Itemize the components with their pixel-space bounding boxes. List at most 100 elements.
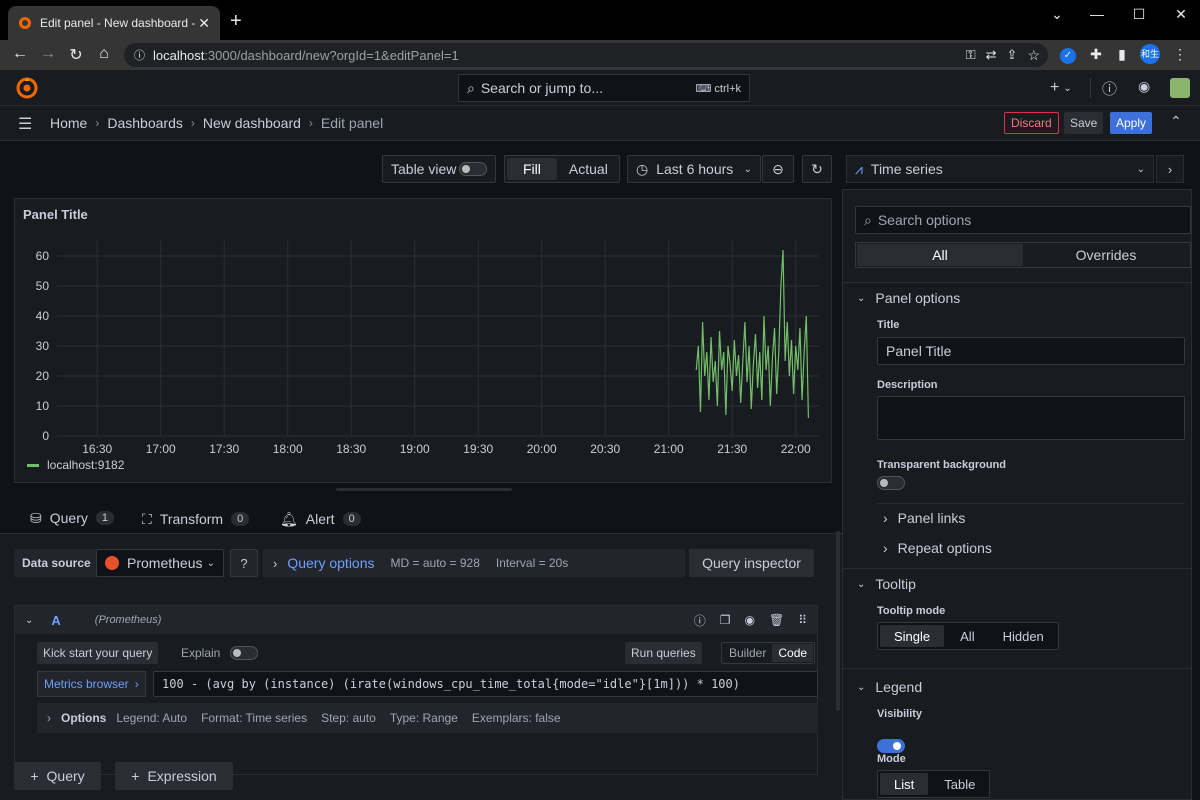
legend-mode-radio: List Table: [877, 770, 991, 798]
user-avatar[interactable]: [1170, 78, 1190, 98]
tab-transform[interactable]: ⛶ Transform 0: [142, 503, 250, 535]
query-options-row[interactable]: › Options Legend: Auto Format: Time seri…: [37, 703, 818, 733]
site-info-icon[interactable]: ⓘ: [134, 47, 145, 63]
data-source-help-button[interactable]: ?: [230, 549, 258, 577]
tab-all[interactable]: All: [857, 244, 1023, 266]
collapse-chevron-up-icon[interactable]: ⌃: [1170, 113, 1182, 130]
panel-links-header[interactable]: › Panel links: [883, 510, 965, 526]
refresh-button[interactable]: ↻: [802, 155, 832, 183]
table-view-switch[interactable]: [459, 162, 487, 176]
home-icon[interactable]: ⌂: [94, 45, 114, 63]
zoom-out-button[interactable]: ⊖: [762, 155, 794, 183]
browser-menu-icon[interactable]: ⋮: [1170, 46, 1190, 63]
run-queries-button[interactable]: Run queries: [625, 642, 702, 664]
news-rss-icon[interactable]: ◉: [1138, 78, 1150, 95]
close-window-icon[interactable]: ✕: [1166, 6, 1196, 23]
x-tick-label: 16:30: [82, 442, 112, 456]
time-range-picker[interactable]: ◷ Last 6 hours ⌄: [627, 155, 761, 183]
legend-list-option[interactable]: List: [880, 773, 929, 795]
minimize-icon[interactable]: —: [1082, 6, 1112, 22]
help-icon[interactable]: ⓘ: [1102, 78, 1117, 99]
query-ref-id[interactable]: A: [51, 613, 60, 628]
close-tab-icon[interactable]: ✕: [198, 15, 210, 32]
save-button[interactable]: Save: [1064, 112, 1104, 134]
resize-handle[interactable]: [336, 488, 512, 491]
legend-table-option[interactable]: Table: [930, 773, 989, 795]
x-tick-label: 19:30: [463, 442, 493, 456]
panel-title-input[interactable]: Panel Title: [877, 337, 1185, 365]
chevron-down-icon: ⌄: [857, 292, 866, 304]
new-tab-icon[interactable]: +: [230, 10, 242, 33]
tab-overrides[interactable]: Overrides: [1023, 247, 1189, 263]
breadcrumb-new-dashboard[interactable]: New dashboard: [203, 115, 301, 131]
browser-tab[interactable]: Edit panel - New dashboard - Da ✕: [8, 6, 220, 40]
code-option[interactable]: Code: [772, 644, 814, 662]
maximize-icon[interactable]: ☐: [1124, 6, 1154, 23]
eye-icon[interactable]: ◉: [744, 613, 754, 627]
url-field[interactable]: ⓘ localhost:3000/dashboard/new?orgId=1&e…: [124, 43, 1048, 67]
extension-check-icon[interactable]: ✓: [1058, 45, 1078, 64]
tooltip-single-option[interactable]: Single: [880, 625, 945, 647]
add-expression-button[interactable]: + Expression: [115, 762, 233, 790]
expand-options-button[interactable]: ›: [1156, 155, 1184, 183]
transparent-background-switch[interactable]: [877, 476, 905, 490]
discard-button[interactable]: Discard: [1004, 112, 1059, 134]
fill-actual-radio: Fill Actual: [504, 155, 620, 183]
url-path: :3000/dashboard/new?orgId=1&editPanel=1: [204, 47, 459, 63]
search-options-input[interactable]: ⌕ Search options: [855, 206, 1191, 234]
explain-toggle[interactable]: Explain: [181, 642, 259, 664]
metrics-browser-label: Metrics browser: [44, 677, 129, 691]
extensions-puzzle-icon[interactable]: ✚: [1086, 46, 1106, 63]
grafana-logo-icon[interactable]: [16, 77, 38, 99]
apply-button[interactable]: Apply: [1110, 112, 1153, 134]
visualization-picker[interactable]: ⩘ Time series ⌄: [846, 155, 1154, 183]
query-options-bar[interactable]: › Query options MD = auto = 928 Interval…: [263, 549, 685, 577]
data-source-picker[interactable]: Prometheus ⌄: [96, 549, 224, 577]
actual-option[interactable]: Actual: [557, 161, 620, 177]
add-query-button[interactable]: + Query: [14, 762, 101, 790]
query-inspector-button[interactable]: Query inspector: [689, 549, 814, 577]
trash-icon[interactable]: 🗑︎: [769, 613, 784, 627]
metrics-browser-button[interactable]: Metrics browser ›: [37, 671, 146, 697]
breadcrumb-dashboards[interactable]: Dashboards: [107, 115, 183, 131]
help-icon[interactable]: ⓘ: [694, 612, 706, 629]
share-icon[interactable]: ⇪: [1007, 47, 1018, 63]
builder-option[interactable]: Builder: [723, 646, 772, 660]
forward-icon[interactable]: →: [38, 45, 58, 63]
explain-switch[interactable]: [230, 646, 259, 660]
search-input[interactable]: ⌕ Search or jump to... ⌨ ctrl+k: [458, 74, 750, 102]
bookmark-star-icon[interactable]: ☆: [1027, 47, 1040, 64]
query-options-link[interactable]: Query options: [287, 555, 374, 571]
tab-alert[interactable]: 🔔︎ Alert 0: [280, 503, 361, 535]
translate-icon[interactable]: ⇄: [986, 47, 997, 63]
keyboard-icon: ⌨: [695, 82, 715, 95]
reload-icon[interactable]: ↻: [66, 45, 86, 65]
collapse-chevron-down-icon[interactable]: ⌄: [25, 615, 33, 626]
back-icon[interactable]: ←: [10, 45, 30, 63]
tab-query[interactable]: ⛁ Query 1: [16, 503, 128, 535]
legend-header[interactable]: ⌄ Legend: [857, 679, 922, 695]
scrollbar[interactable]: [836, 531, 840, 711]
tab-search-icon[interactable]: ⌄: [1042, 6, 1072, 23]
tooltip-hidden-option[interactable]: Hidden: [989, 625, 1058, 647]
promql-query-input[interactable]: 100 - (avg by (instance) (irate(windows_…: [153, 671, 818, 697]
duplicate-icon[interactable]: ❐: [720, 613, 731, 627]
tooltip-header[interactable]: ⌄ Tooltip: [857, 576, 916, 592]
new-menu-button[interactable]: + ⌄: [1050, 79, 1072, 97]
key-icon[interactable]: ⚿: [966, 47, 976, 63]
legend-item[interactable]: localhost:9182: [27, 458, 124, 472]
tooltip-all-option[interactable]: All: [946, 625, 988, 647]
legend-visibility-switch[interactable]: [877, 739, 905, 753]
table-view-toggle[interactable]: Table view: [382, 155, 496, 183]
fill-option[interactable]: Fill: [507, 158, 557, 180]
profile-avatar[interactable]: 和生: [1140, 44, 1160, 64]
panel-options-header[interactable]: ⌄ Panel options: [857, 290, 960, 306]
drag-handle-icon[interactable]: ⠿: [798, 613, 807, 627]
description-textarea[interactable]: [877, 396, 1185, 440]
menu-hamburger-icon[interactable]: ☰: [18, 114, 32, 134]
repeat-options-header[interactable]: › Repeat options: [883, 540, 992, 556]
breadcrumb-home[interactable]: Home: [50, 115, 87, 131]
side-panel-icon[interactable]: ▮: [1112, 46, 1132, 63]
zoom-out-icon: ⊖: [772, 160, 784, 177]
kick-start-button[interactable]: Kick start your query: [37, 642, 159, 664]
